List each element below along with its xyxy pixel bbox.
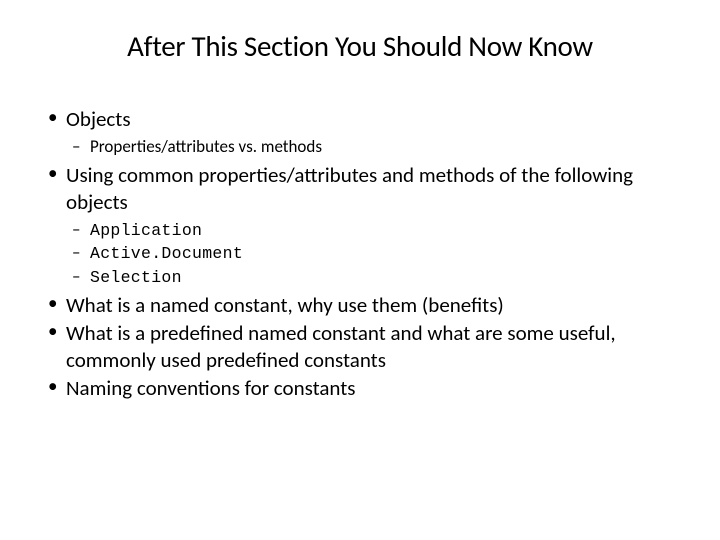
list-item: What is a named constant, why use them (… bbox=[40, 292, 680, 318]
slide-title: After This Section You Should Now Know bbox=[40, 28, 680, 64]
bullet-text: What is a named constant, why use them (… bbox=[66, 292, 504, 318]
list-item: Naming conventions for constants bbox=[40, 375, 680, 401]
list-item: Selection bbox=[66, 266, 680, 288]
bullet-text: Objects bbox=[66, 106, 131, 132]
sub-bullet-list: Application Active.Document Selection bbox=[66, 219, 680, 288]
bullet-text: Active.Document bbox=[90, 244, 243, 263]
bullet-text: Naming conventions for constants bbox=[66, 375, 356, 401]
list-item: Using common properties/attributes and m… bbox=[40, 162, 680, 288]
list-item: Properties/attributes vs. methods bbox=[66, 136, 680, 158]
sub-bullet-list: Properties/attributes vs. methods bbox=[66, 136, 680, 158]
list-item: Active.Document bbox=[66, 242, 680, 264]
bullet-list: Objects Properties/attributes vs. method… bbox=[40, 106, 680, 401]
bullet-text: Application bbox=[90, 221, 202, 240]
bullet-text: Properties/attributes vs. methods bbox=[90, 136, 322, 157]
bullet-text: Using common properties/attributes and m… bbox=[66, 162, 633, 214]
bullet-text: Selection bbox=[90, 268, 182, 287]
bullet-text: What is a predefined named constant and … bbox=[66, 320, 616, 372]
list-item: Objects Properties/attributes vs. method… bbox=[40, 106, 680, 158]
list-item: What is a predefined named constant and … bbox=[40, 320, 680, 373]
list-item: Application bbox=[66, 219, 680, 241]
